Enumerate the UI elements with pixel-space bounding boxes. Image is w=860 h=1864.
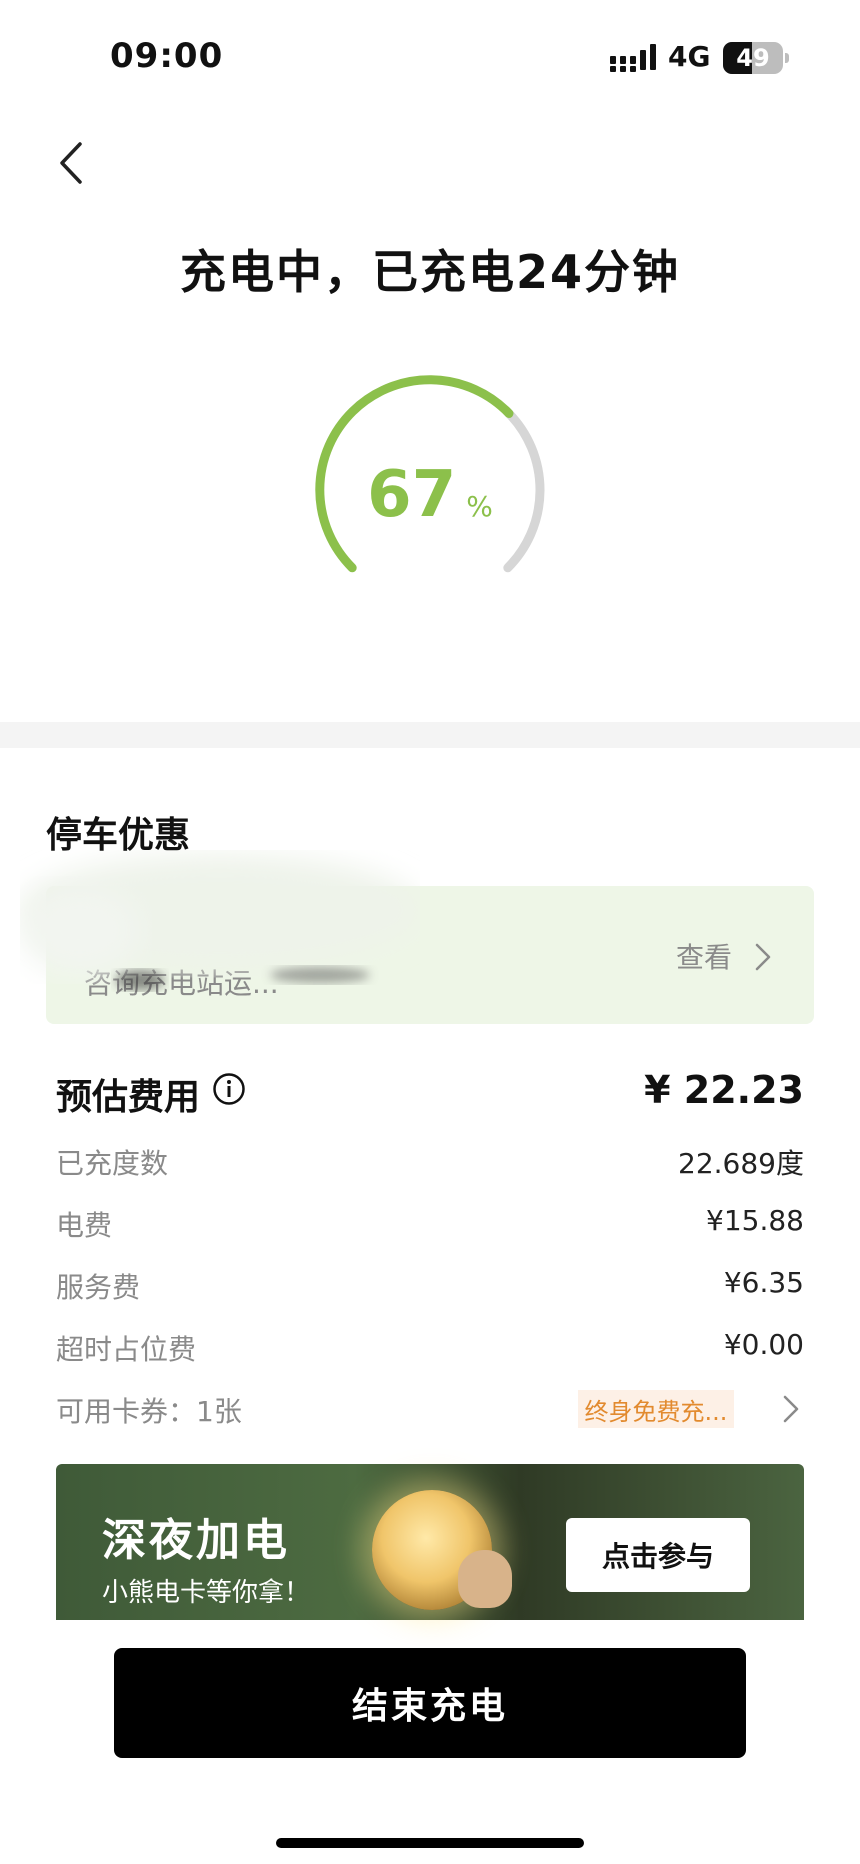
parking-discount-title: 停车优惠 [46, 815, 191, 856]
info-icon[interactable] [212, 1072, 246, 1106]
bear-illustration [458, 1550, 512, 1608]
banner-subtitle: 小熊电卡等你拿！ [102, 1578, 311, 1608]
chevron-right-icon[interactable] [782, 1394, 800, 1424]
row-label-service-fee: 服务费 [56, 1271, 141, 1304]
parking-discount-text: 咨询充电站运... [84, 967, 279, 1000]
page-title: 充电中，已充电24分钟 [179, 245, 680, 299]
battery-nub [785, 53, 789, 63]
row-label-energy: 已充度数 [56, 1147, 169, 1180]
charge-percent-unit: % [466, 490, 493, 523]
row-value-electricity-fee: ¥15.88 [706, 1204, 804, 1237]
row-value-energy: 22.689度 [678, 1147, 804, 1180]
end-charging-button[interactable]: 结束充电 [114, 1648, 746, 1758]
status-time: 09:00 [110, 36, 224, 76]
section-divider [0, 722, 860, 748]
banner-title: 深夜加电 [102, 1515, 290, 1566]
back-chevron-icon[interactable] [52, 140, 92, 186]
signal-icon [610, 44, 656, 72]
row-value-service-fee: ¥6.35 [723, 1266, 804, 1299]
estimated-cost-title: 预估费用 [56, 1077, 201, 1118]
network-type: 4G [668, 40, 711, 73]
charge-percent-value: 67 [367, 458, 457, 532]
row-value-overtime-fee: ¥0.00 [723, 1328, 804, 1361]
home-indicator [276, 1838, 584, 1848]
coupon-badge[interactable]: 终身免费充... [578, 1390, 734, 1428]
chevron-right-icon[interactable] [754, 942, 772, 972]
estimated-cost-total: ¥ 22.23 [644, 1068, 804, 1112]
banner-join-button[interactable]: 点击参与 [566, 1518, 750, 1592]
row-label-electricity-fee: 电费 [56, 1209, 113, 1242]
row-label-overtime-fee: 超时占位费 [56, 1333, 197, 1366]
battery-level: 49 [736, 44, 770, 72]
charge-percent: 67% [0, 458, 860, 532]
battery-icon: 49 [723, 42, 783, 74]
coupon-label[interactable]: 可用卡券：1张 [56, 1390, 242, 1430]
parking-view-link[interactable]: 查看 [676, 936, 732, 976]
